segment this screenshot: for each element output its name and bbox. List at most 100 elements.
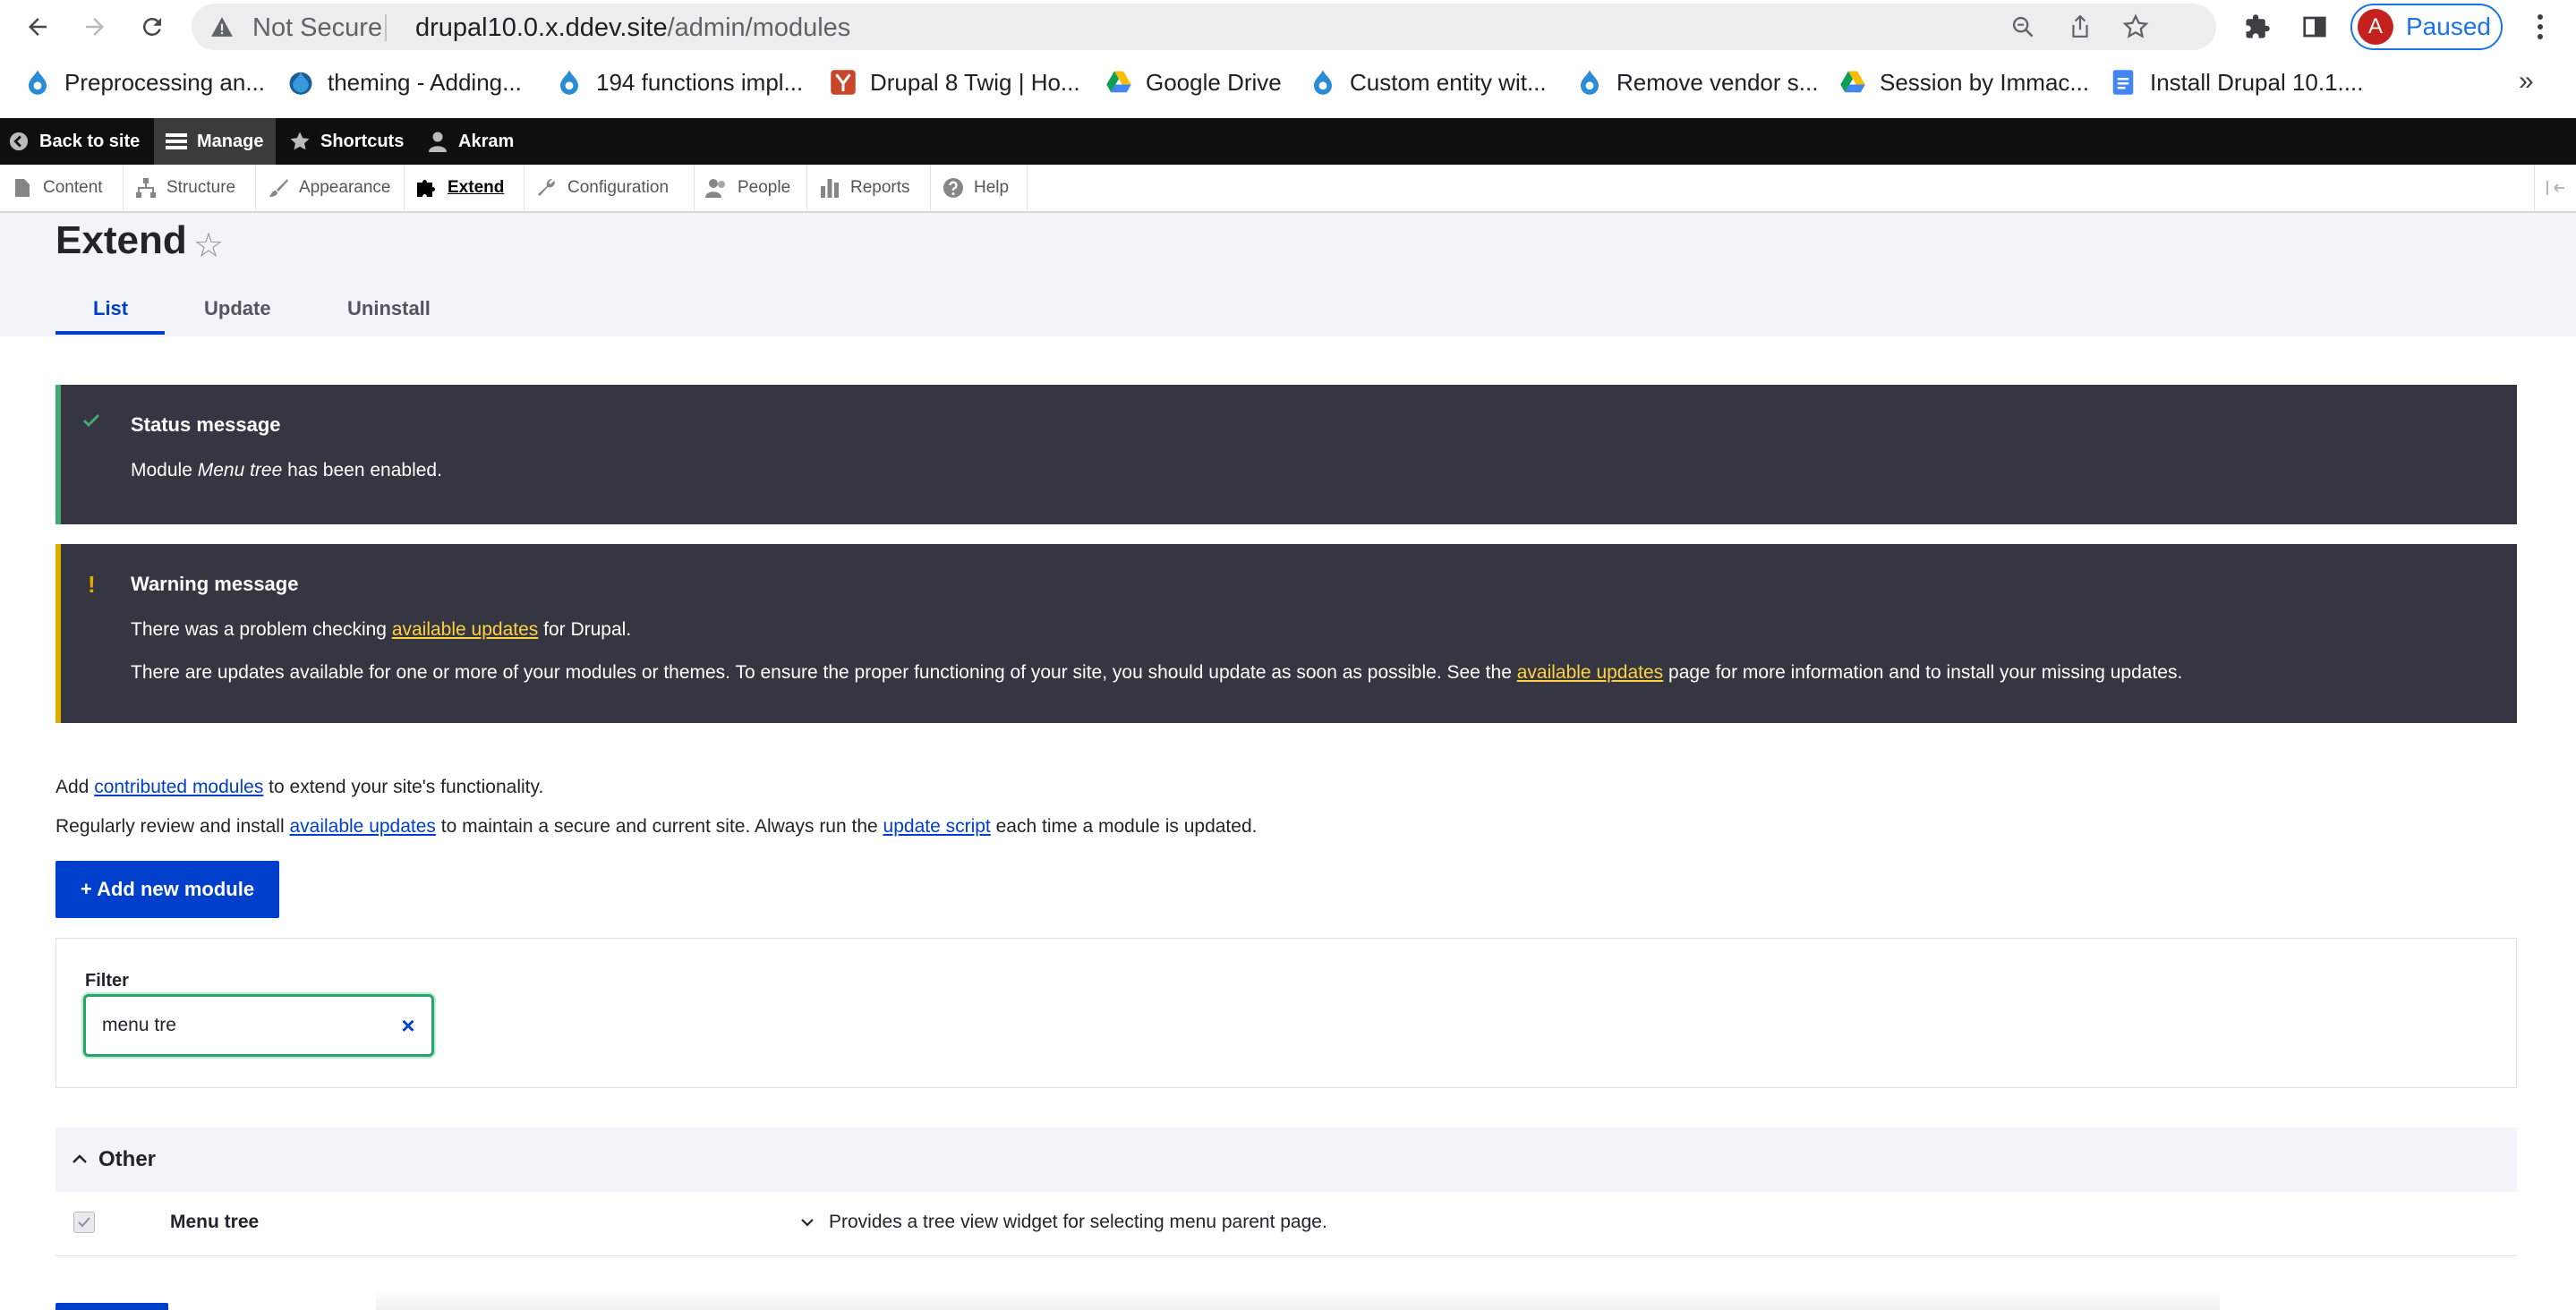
bookmark-label: theming - Adding... — [328, 68, 522, 96]
tab-update[interactable]: Update — [204, 297, 271, 320]
status-accent-bar — [55, 385, 61, 524]
bookmark-label: Preprocessing an... — [64, 68, 266, 96]
tray-label: Structure — [166, 178, 236, 197]
security-label: Not Secure — [252, 13, 383, 42]
bookmark-item[interactable]: Remove vendor s... — [1575, 66, 1818, 98]
shortcut-star-icon[interactable]: ☆ — [193, 225, 224, 266]
intro-line-2: Regularly review and install available u… — [55, 816, 1258, 837]
bookmark-item[interactable]: Drupal 8 Twig | Ho... — [829, 66, 1080, 98]
warning-accent-bar — [55, 544, 61, 723]
bookmark-item[interactable]: Session by Immac... — [1838, 66, 2089, 98]
module-description[interactable]: Provides a tree view widget for selectin… — [829, 1212, 1327, 1233]
forward-icon[interactable] — [75, 7, 115, 47]
zoom-icon[interactable] — [2007, 11, 2039, 43]
sitemap-icon — [134, 176, 158, 200]
user-label: Akram — [458, 131, 515, 151]
bookmark-item[interactable]: Google Drive — [1105, 66, 1282, 98]
tray-item-configuration[interactable]: Configuration — [525, 165, 695, 211]
tray-item-appearance[interactable]: Appearance — [256, 165, 405, 211]
bookmark-item[interactable]: Preprocessing an... — [23, 66, 265, 98]
browser-menu-icon[interactable] — [2521, 7, 2560, 47]
tray-label: Help — [974, 178, 1010, 197]
back-circle-icon — [7, 130, 30, 153]
back-icon[interactable] — [18, 7, 57, 47]
bookmark-label: Session by Immac... — [1880, 68, 2090, 96]
tab-list[interactable]: List — [93, 297, 128, 320]
chevron-down-icon[interactable] — [798, 1213, 816, 1231]
bookmark-item[interactable]: 194 functions impl... — [555, 66, 803, 98]
user-tab[interactable]: Akram — [426, 118, 514, 165]
side-panel-icon[interactable] — [2297, 9, 2333, 45]
tray-orientation-toggle[interactable] — [2534, 165, 2576, 211]
manage-label: Manage — [197, 131, 264, 151]
profile-status: Paused — [2406, 13, 2491, 40]
shortcuts-tab[interactable]: Shortcuts — [288, 118, 404, 165]
bookmark-star-icon[interactable] — [2120, 11, 2152, 43]
warning-message-title: Warning message — [131, 573, 299, 595]
bookmark-item[interactable]: Custom entity wit... — [1309, 66, 1547, 98]
status-message: Status message Module Menu tree has been… — [55, 385, 2517, 524]
manage-tab[interactable]: Manage — [154, 118, 276, 165]
available-updates-link[interactable]: available updates — [289, 816, 435, 837]
browser-toolbar: Not Secure drupal10.0.x.ddev.site/admin/… — [0, 0, 2576, 54]
table-row: Menu tree Provides a tree view widget fo… — [55, 1194, 2517, 1256]
package-name: Other — [98, 1147, 157, 1171]
clear-icon[interactable]: × — [396, 1012, 421, 1039]
tray-item-structure[interactable]: Structure — [124, 165, 256, 211]
package-details-summary[interactable]: Other — [55, 1127, 2517, 1192]
paintbrush-icon — [267, 176, 290, 200]
tray-item-people[interactable]: People — [695, 165, 807, 211]
tray-label: Content — [43, 178, 103, 197]
url-text[interactable]: drupal10.0.x.ddev.site/admin/modules — [415, 13, 850, 43]
page-header: Extend ☆ List Update Uninstall — [0, 213, 2576, 336]
install-button[interactable] — [55, 1303, 168, 1310]
tray-label: Appearance — [299, 178, 391, 197]
module-enabled-checkbox[interactable] — [73, 1212, 95, 1233]
intro-line-1: Add contributed modules to extend your s… — [55, 777, 544, 797]
back-to-site-link[interactable]: Back to site — [7, 118, 152, 165]
warning-triangle-icon — [208, 13, 236, 41]
tray-label: People — [738, 178, 791, 197]
filter-field[interactable]: × — [83, 994, 434, 1057]
available-updates-link[interactable]: available updates — [392, 619, 538, 640]
page-title: Extend — [55, 218, 187, 262]
google-docs-icon — [2109, 68, 2137, 97]
shortcuts-label: Shortcuts — [320, 131, 405, 151]
warning-message: ! Warning message There was a problem ch… — [55, 544, 2517, 723]
help-icon — [942, 176, 965, 200]
checkmark-icon — [82, 413, 100, 432]
bookmark-item[interactable]: Install Drupal 10.1.... — [2109, 66, 2363, 98]
module-name: Menu tree — [170, 1212, 260, 1232]
tray-label: Configuration — [567, 178, 670, 197]
bookmark-label: Custom entity wit... — [1350, 68, 1547, 96]
address-separator — [385, 14, 387, 41]
warning-line-2: There are updates available for one or m… — [131, 662, 2183, 683]
tray-item-reports[interactable]: Reports — [807, 165, 931, 211]
status-message-text: Module Menu tree has been enabled. — [131, 460, 442, 481]
filter-input[interactable] — [102, 1011, 388, 1040]
profile-button[interactable]: A Paused — [2350, 4, 2503, 50]
wrench-icon — [535, 176, 559, 200]
bookmark-item[interactable]: theming - Adding... — [286, 66, 522, 98]
ydrupal-icon — [829, 68, 857, 97]
tray-label: Reports — [850, 178, 910, 197]
drupal-icon — [1309, 68, 1337, 97]
star-icon — [288, 130, 311, 153]
tray-item-extend[interactable]: Extend — [405, 165, 525, 211]
tray-label: Extend — [448, 178, 505, 197]
tray-item-content[interactable]: Content — [0, 165, 124, 211]
filter-label: Filter — [85, 971, 129, 991]
reload-icon[interactable] — [132, 7, 172, 47]
available-updates-link[interactable]: available updates — [1517, 662, 1663, 683]
tab-uninstall[interactable]: Uninstall — [347, 297, 431, 320]
add-new-module-button[interactable]: + Add new module — [55, 861, 279, 918]
bookmarks-overflow-icon[interactable]: » — [2519, 66, 2534, 97]
contributed-modules-link[interactable]: contributed modules — [94, 777, 263, 797]
update-script-link[interactable]: update script — [883, 816, 991, 837]
tray-item-help[interactable]: Help — [931, 165, 1028, 211]
bookmark-label: Google Drive — [1146, 68, 1282, 96]
address-bar[interactable]: Not Secure drupal10.0.x.ddev.site/admin/… — [192, 4, 2216, 50]
drupal-icon — [555, 68, 584, 97]
extensions-puzzle-icon[interactable] — [2239, 9, 2275, 45]
share-icon[interactable] — [2064, 11, 2096, 43]
